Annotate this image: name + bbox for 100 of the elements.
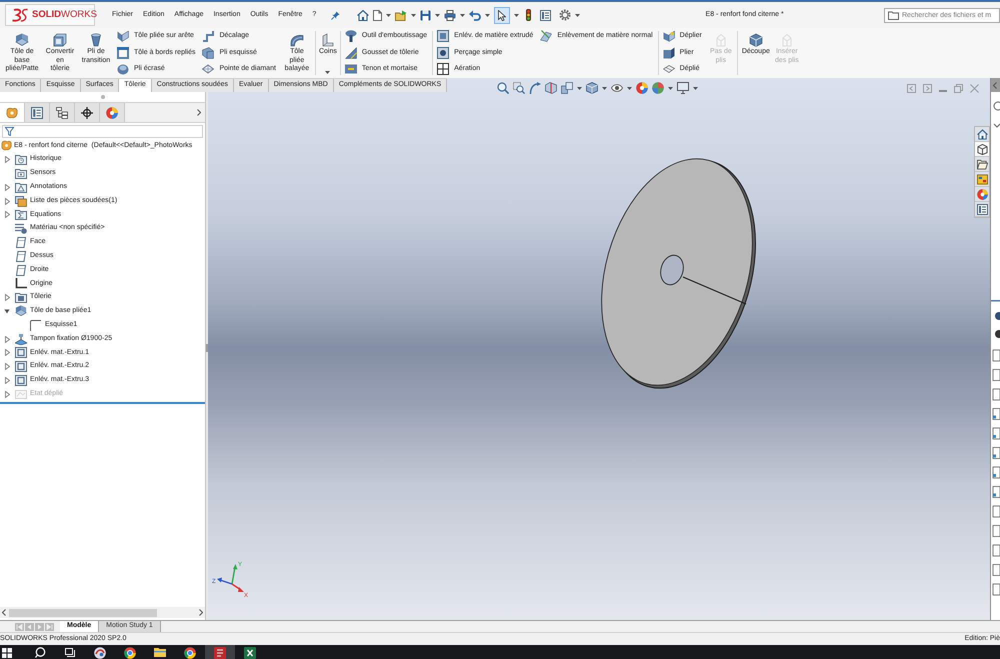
filter-field[interactable] [2,125,203,138]
ds-logo-icon [11,8,29,22]
box-outline-icon [714,33,728,47]
page-icon[interactable] [373,10,382,20]
caret-icon[interactable] [435,14,440,16]
logo-button[interactable]: SOLIDWORKS [5,4,95,26]
expand-arrow-icon[interactable] [4,390,10,398]
color-ball-icon[interactable] [636,82,648,94]
caret-icon[interactable] [411,14,416,16]
corner-outline-icon [30,320,41,331]
task-pane-tab[interactable] [975,202,989,217]
plane-icon [15,236,27,248]
caret-icon[interactable] [693,86,698,90]
triangle-folder-icon [15,182,27,193]
panes-icon[interactable] [64,648,76,657]
task-pane-tab[interactable] [975,187,989,202]
drilled-square-icon [437,46,450,59]
traffic-light-icon[interactable] [526,9,532,21]
panel-tab[interactable] [75,103,100,122]
home-icon[interactable] [357,10,370,20]
caret-icon[interactable] [627,86,632,90]
list-icon[interactable] [540,10,552,20]
swatch-icon [976,174,988,184]
cube-icon [748,33,763,47]
select-tool-button[interactable] [494,6,510,24]
open-folder-icon[interactable] [395,10,408,20]
caret-icon[interactable] [514,14,520,16]
cube-icon[interactable] [586,82,598,94]
slotted-plate-icon [344,64,357,74]
plane-icon [15,264,27,276]
caret-icon[interactable] [575,14,580,16]
ring-logo-icon [124,647,136,659]
box-icon [53,33,67,47]
task-pane-tab[interactable] [975,127,989,142]
tile-icon [214,647,226,659]
bent-plate-icon [15,305,27,318]
list-icon [976,204,988,214]
task-pane-tab[interactable] [975,157,989,172]
segmented-ball-icon[interactable] [652,82,664,94]
diamond-icon [202,64,214,74]
chevron-right-icon[interactable] [199,609,203,616]
roll-icon [117,63,129,76]
caret-icon[interactable] [460,14,466,16]
bent-plate-icon [15,33,29,47]
list-icon [31,106,43,118]
search-icon[interactable] [34,647,46,658]
expand-arrow-icon[interactable] [4,349,10,356]
scrollbar-thumb[interactable] [9,608,157,616]
collapse-arrow-icon[interactable] [4,308,10,314]
expand-arrow-icon[interactable] [4,376,10,384]
caret-icon[interactable] [668,86,673,90]
section-box-icon[interactable] [545,82,557,94]
expand-arrow-icon[interactable] [4,363,10,370]
curved-sheet-icon [290,33,304,47]
panel-tab[interactable] [25,103,50,122]
stacked-boxes-icon[interactable] [561,82,573,94]
plane-icon [15,250,27,262]
printer-icon[interactable] [444,10,456,20]
cut-square-icon [437,30,450,42]
magnifier-icon[interactable] [497,82,509,94]
expand-arrow-icon[interactable] [4,294,10,302]
drag-handle-icon[interactable] [100,95,104,99]
frame-icon [117,46,129,59]
flat-sheet-icon [662,65,675,74]
task-pane-tab[interactable] [975,142,989,157]
magnifier-box-icon[interactable] [513,82,525,94]
monitor-icon[interactable] [677,82,689,94]
caret-icon[interactable] [577,86,582,90]
folder-icon [154,647,166,657]
eye-icon[interactable] [611,83,623,93]
closed-fold-icon [662,46,675,59]
chevron-left-icon[interactable] [2,609,6,616]
expand-arrow-icon[interactable] [4,336,10,343]
expand-arrow-icon[interactable] [4,184,10,191]
gear-icon[interactable] [559,9,572,21]
undo-icon[interactable] [469,10,482,20]
chevron-right-icon[interactable] [197,109,201,116]
flat-sheet-icon [15,388,27,400]
taskbar-button[interactable] [205,645,235,659]
folder-icon [888,10,899,20]
expand-arrow-icon[interactable] [4,156,10,164]
pin-icon[interactable] [331,10,340,20]
four-squares-icon[interactable] [2,648,12,658]
panel-tab[interactable] [50,103,75,122]
chevron-left-icon[interactable] [993,82,997,88]
caret-icon[interactable] [485,14,490,16]
funnel-shape-icon [89,33,103,47]
task-pane-tab[interactable] [975,172,989,187]
expand-arrow-icon[interactable] [4,211,10,218]
horizontal-scrollbar[interactable] [0,607,205,618]
filled-folder-icon [15,292,27,304]
skip-start-icon[interactable] [15,622,24,630]
save-icon[interactable] [420,10,432,20]
curved-arrow-icon[interactable] [529,82,541,94]
step-icon [202,30,214,42]
caret-icon[interactable] [386,14,392,16]
ring-logo-icon [184,647,196,659]
expand-arrow-icon[interactable] [4,198,10,205]
caret-icon[interactable] [602,86,607,90]
folder-icon [976,158,988,170]
